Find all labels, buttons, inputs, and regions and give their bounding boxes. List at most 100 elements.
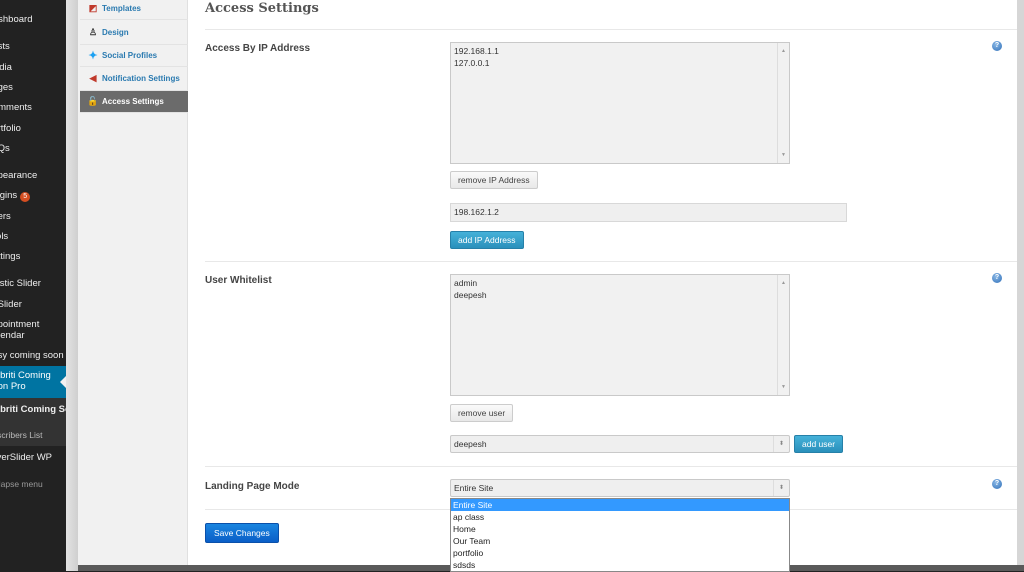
- dropdown-option[interactable]: sdsds: [451, 559, 789, 571]
- list-item[interactable]: admin: [454, 277, 786, 289]
- tab-label: Access Settings: [102, 97, 164, 106]
- tab-label: Notification Settings: [102, 74, 180, 83]
- dropdown-option[interactable]: Entire Site: [451, 499, 789, 511]
- dropdown-option[interactable]: portfolio: [451, 547, 789, 559]
- menu-label: Dashboard: [0, 14, 33, 25]
- lock-icon: 🔓: [87, 96, 99, 106]
- landing-page-mode-select[interactable]: Entire Site ⬍: [450, 479, 790, 497]
- megaphone-icon: ◀: [89, 73, 97, 83]
- menu-item-layerslider[interactable]: LayerSlider WP: [0, 452, 66, 463]
- menu-label: Appearance: [0, 170, 38, 181]
- admin-menu: Dashboard Posts Media Pages Comments Por…: [0, 0, 66, 571]
- menu-label: Webriti Coming Soon: [0, 404, 66, 415]
- divider: [205, 466, 1017, 467]
- ip-section-label: Access By IP Address: [205, 43, 311, 54]
- dropdown-option[interactable]: ap class: [451, 511, 789, 523]
- menu-item-elastic-slider[interactable]: Elastic Slider: [0, 278, 66, 289]
- help-icon[interactable]: ?: [992, 273, 1002, 283]
- templates-icon: ◩: [88, 3, 98, 13]
- tab-access-settings[interactable]: 🔓 Access Settings: [80, 91, 194, 113]
- remove-ip-button[interactable]: remove IP Address: [450, 171, 538, 189]
- update-count-badge: 5: [20, 192, 31, 202]
- tab-label: Design: [102, 28, 129, 37]
- help-icon[interactable]: ?: [992, 41, 1002, 51]
- menu-item-webriti-coming-soon-pro[interactable]: Webriti Coming Soon Pro: [0, 366, 66, 398]
- remove-user-button[interactable]: remove user: [450, 404, 514, 422]
- help-icon[interactable]: ?: [992, 479, 1002, 489]
- user-select[interactable]: deepesh ⬍: [450, 435, 790, 453]
- menu-item-portfolio[interactable]: Portfolio: [0, 123, 66, 134]
- menu-label: Posts: [0, 41, 10, 52]
- scrollbar[interactable]: ▲ ▼: [777, 43, 789, 163]
- tab-label: Templates: [102, 4, 141, 13]
- scroll-up-icon[interactable]: ▲: [781, 45, 786, 57]
- menu-label: Appointment Calendar: [0, 319, 40, 341]
- menu-label: FAQs: [0, 143, 10, 154]
- dropdown-option[interactable]: Our Team: [451, 535, 789, 547]
- chevron-updown-icon: ⬍: [773, 480, 789, 496]
- menu-item-plugins[interactable]: Plugins5: [0, 190, 66, 202]
- divider: [205, 261, 1017, 262]
- menu-item-users[interactable]: Users: [0, 211, 66, 222]
- tab-notification-settings[interactable]: ◀ Notification Settings: [80, 67, 188, 91]
- menu-label: Plugins: [0, 190, 18, 201]
- landing-page-mode-label: Landing Page Mode: [205, 481, 300, 492]
- add-user-button[interactable]: add user: [794, 435, 844, 453]
- scroll-down-icon[interactable]: ▼: [781, 381, 786, 393]
- menu-label: Elastic Slider: [0, 278, 41, 289]
- menu-label: Media: [0, 62, 12, 73]
- selected-value: deepesh: [454, 439, 487, 449]
- menu-label: Webriti Coming Soon Pro: [0, 370, 51, 392]
- menu-item-appointment-calendar[interactable]: Appointment Calendar: [0, 319, 66, 341]
- content-gutter: [66, 0, 78, 571]
- menu-item-faqs[interactable]: FAQs: [0, 143, 66, 154]
- menu-label: Users: [0, 211, 11, 222]
- menu-item-settings[interactable]: Settings: [0, 251, 66, 262]
- menu-item-dashboard[interactable]: Dashboard: [0, 14, 66, 25]
- menu-label: Subscribers List: [0, 430, 43, 440]
- submenu-item-subscribers-list[interactable]: Subscribers List: [0, 430, 66, 441]
- menu-item-appearance[interactable]: Appearance: [0, 170, 66, 181]
- menu-label: Portfolio: [0, 123, 21, 134]
- landing-page-mode-dropdown: Entire Site ap class Home Our Team portf…: [450, 498, 790, 572]
- selected-value: Entire Site: [454, 483, 494, 493]
- list-item[interactable]: deepesh: [454, 289, 786, 301]
- menu-label: LayerSlider WP: [0, 452, 52, 463]
- scroll-edge: [1017, 0, 1024, 565]
- menu-label: Tools: [0, 231, 9, 242]
- list-item[interactable]: 192.168.1.1: [454, 45, 786, 57]
- ip-address-list[interactable]: 192.168.1.1 127.0.0.1 ▲ ▼: [450, 42, 790, 164]
- menu-label: Settings: [0, 251, 21, 262]
- menu-item-pages[interactable]: Pages: [0, 82, 66, 93]
- save-changes-button[interactable]: Save Changes: [205, 523, 279, 543]
- tab-social-profiles[interactable]: ✦ Social Profiles: [80, 45, 188, 67]
- menu-label: Comments: [0, 102, 32, 113]
- menu-item-czslider[interactable]: CzSlider: [0, 299, 66, 310]
- add-ip-button[interactable]: add IP Address: [450, 231, 524, 249]
- chevron-updown-icon: ⬍: [773, 436, 789, 452]
- menu-label: CzSlider: [0, 299, 22, 310]
- tab-label: Social Profiles: [102, 51, 158, 60]
- submenu-item-webriti-coming-soon[interactable]: Webriti Coming Soon: [0, 404, 66, 415]
- scroll-down-icon[interactable]: ▼: [781, 149, 786, 161]
- ip-address-input[interactable]: 198.162.1.2: [450, 203, 847, 222]
- menu-item-tools[interactable]: Tools: [0, 231, 66, 242]
- menu-item-media[interactable]: Media: [0, 62, 66, 73]
- user-whitelist-list[interactable]: admin deepesh ▲ ▼: [450, 274, 790, 396]
- tab-design[interactable]: ♙ Design: [80, 21, 188, 45]
- scroll-up-icon[interactable]: ▲: [781, 277, 786, 289]
- menu-item-easy-coming-soon[interactable]: Easy coming soon: [0, 350, 66, 361]
- collapse-menu-button[interactable]: Collapse menu: [0, 479, 66, 490]
- main-content: Access Settings Access By IP Address ? 1…: [188, 0, 1017, 572]
- page-title: Access Settings: [205, 1, 319, 16]
- scrollbar[interactable]: ▲ ▼: [777, 275, 789, 395]
- tab-templates[interactable]: ◩ Templates: [80, 0, 188, 20]
- dropdown-option[interactable]: Home: [451, 523, 789, 535]
- menu-item-comments[interactable]: Comments: [0, 102, 66, 113]
- list-item[interactable]: 127.0.0.1: [454, 57, 786, 69]
- divider: [205, 29, 1017, 30]
- menu-label: Pages: [0, 82, 13, 93]
- menu-item-posts[interactable]: Posts: [0, 41, 66, 52]
- settings-tabs: ◩ Templates ♙ Design ✦ Social Profiles ◀ Not…: [78, 0, 194, 565]
- twitter-icon: ✦: [88, 50, 98, 62]
